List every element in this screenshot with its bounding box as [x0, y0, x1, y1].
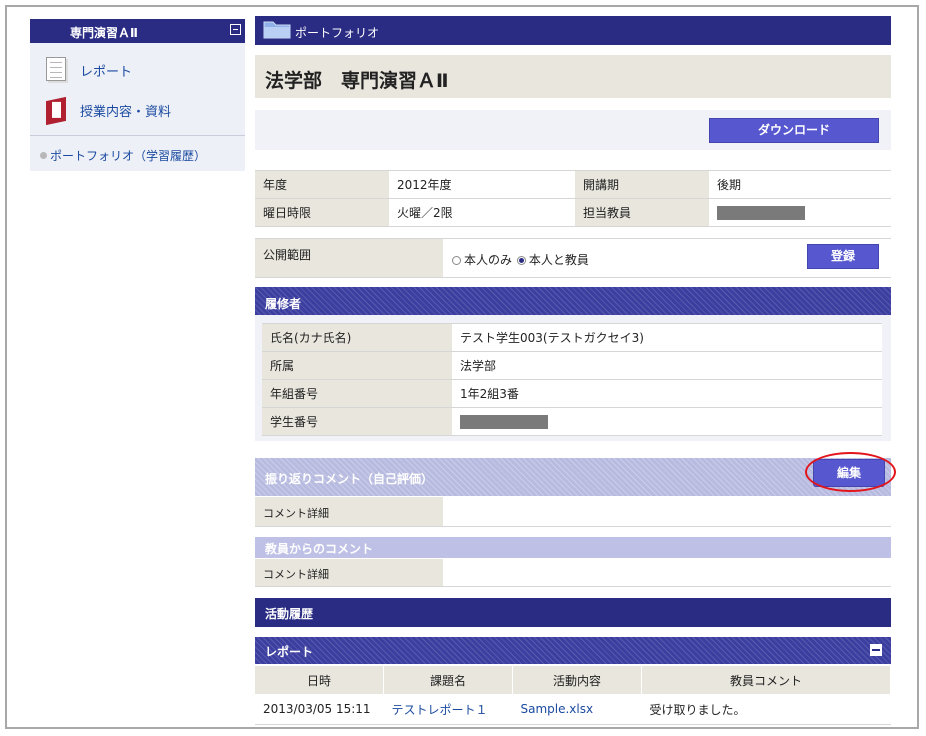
- reflection-detail-row: コメント詳細: [255, 497, 891, 527]
- reflection-section-header: 振り返りコメント（自己評価）: [255, 458, 891, 496]
- visibility-label-cell: 公開範囲: [255, 239, 443, 277]
- student-section-title: 履修者: [265, 297, 302, 311]
- page-title-box: 法学部 専門演習ＡⅡ: [255, 55, 891, 98]
- period-label: 曜日時限: [255, 198, 389, 227]
- radio-self-and-teacher-label: 本人と教員: [528, 253, 589, 267]
- teacher-detail-row: コメント詳細: [255, 559, 891, 587]
- page-title: 法学部 専門演習ＡⅡ: [265, 70, 449, 92]
- sidebar-item-label: 授業内容・資料: [80, 105, 172, 120]
- teacher-detail-label-cell: コメント詳細: [255, 559, 443, 586]
- class-label: 年組番号: [262, 379, 452, 408]
- name-label: 氏名(カナ氏名): [262, 323, 452, 352]
- teacher-comment-title: 教員からのコメント: [265, 542, 374, 556]
- bullet-icon: [40, 152, 47, 159]
- student-table: 氏名(カナ氏名) テスト学生003(テストガクセイ3) 所属 法学部 年組番号 …: [262, 323, 882, 436]
- teacher-label: 担当教員: [575, 198, 709, 227]
- radio-self-only-label: 本人のみ: [464, 253, 513, 267]
- term-label: 開講期: [575, 170, 709, 199]
- portfolio-link-label: ポートフォリオ（学習履歴）: [50, 149, 207, 163]
- portfolio-link[interactable]: ポートフォリオ（学習履歴）: [40, 147, 206, 164]
- activity-section-title: 活動履歴: [265, 607, 314, 621]
- dept-label: 所属: [262, 351, 452, 380]
- period-value: 火曜／2限: [389, 198, 575, 227]
- document-icon: [46, 57, 66, 81]
- section-title: ポートフォリオ: [295, 26, 380, 40]
- activity-table: 日時 課題名 活動内容 教員コメント 2013/03/05 15:11 テストレ…: [255, 666, 891, 725]
- col-content: 活動内容: [512, 666, 642, 694]
- reflection-detail-label-cell: コメント詳細: [255, 497, 443, 526]
- book-icon: [46, 96, 66, 126]
- task-link[interactable]: テストレポート１: [392, 703, 488, 717]
- year-value: 2012年度: [389, 170, 575, 199]
- activity-section-header: 活動履歴: [255, 598, 891, 627]
- col-comment: 教員コメント: [641, 666, 891, 694]
- register-button[interactable]: 登録: [807, 244, 879, 269]
- student-id-label: 学生番号: [262, 407, 452, 436]
- reflection-detail-label: コメント詳細: [263, 507, 329, 520]
- sidebar-item-report[interactable]: レポート: [30, 53, 245, 87]
- col-task: 課題名: [383, 666, 513, 694]
- cell-comment: 受け取りました。: [641, 694, 891, 725]
- term-value: 後期: [709, 170, 891, 199]
- collapse-icon[interactable]: [870, 644, 882, 656]
- collapse-icon[interactable]: [230, 24, 241, 35]
- reflection-section-title: 振り返りコメント（自己評価）: [265, 472, 434, 486]
- student-section-header: 履修者: [255, 287, 891, 316]
- report-section-title: レポート: [265, 645, 314, 659]
- section-header: ポートフォリオ: [255, 16, 891, 45]
- cell-date: 2013/03/05 15:11: [255, 694, 384, 725]
- sidebar-title: 専門演習ＡⅡ: [70, 26, 138, 40]
- report-section-header: レポート: [255, 637, 891, 664]
- teacher-comment-header: 教員からのコメント: [255, 537, 891, 558]
- sidebar-header: 専門演習ＡⅡ: [30, 19, 245, 43]
- download-button[interactable]: ダウンロード: [709, 118, 879, 143]
- file-link[interactable]: Sample.xlsx: [521, 702, 594, 716]
- teacher-value: [709, 198, 891, 227]
- col-date: 日時: [255, 666, 384, 694]
- redacted-block: [460, 414, 548, 429]
- radio-self-and-teacher[interactable]: [516, 256, 526, 265]
- folder-icon: [263, 21, 291, 39]
- sidebar-item-materials[interactable]: 授業内容・資料: [30, 93, 245, 127]
- redacted-block: [717, 205, 805, 220]
- table-row: 2013/03/05 15:11 テストレポート１ Sample.xlsx 受け…: [255, 694, 891, 725]
- class-value: 1年2組3番: [452, 379, 882, 408]
- visibility-radio-group: 本人のみ 本人と教員: [452, 251, 589, 268]
- table-header-row: 日時 課題名 活動内容 教員コメント: [255, 666, 891, 694]
- radio-self-only[interactable]: [452, 256, 461, 265]
- visibility-label: 公開範囲: [263, 248, 312, 262]
- course-info-table: 年度 2012年度 開講期 後期 曜日時限 火曜／2限 担当教員: [255, 170, 891, 227]
- student-id-value: [452, 407, 882, 436]
- year-label: 年度: [255, 170, 389, 199]
- sidebar: レポート 授業内容・資料 ポートフォリオ（学習履歴）: [30, 43, 245, 171]
- cell-task: テストレポート１: [383, 694, 513, 725]
- sidebar-item-label: レポート: [80, 65, 133, 80]
- name-value: テスト学生003(テストガクセイ3): [452, 323, 882, 352]
- dept-value: 法学部: [452, 351, 882, 380]
- divider: [30, 135, 245, 136]
- highlight-circle: [805, 452, 896, 492]
- teacher-detail-label: コメント詳細: [263, 568, 329, 581]
- cell-content: Sample.xlsx: [512, 694, 642, 725]
